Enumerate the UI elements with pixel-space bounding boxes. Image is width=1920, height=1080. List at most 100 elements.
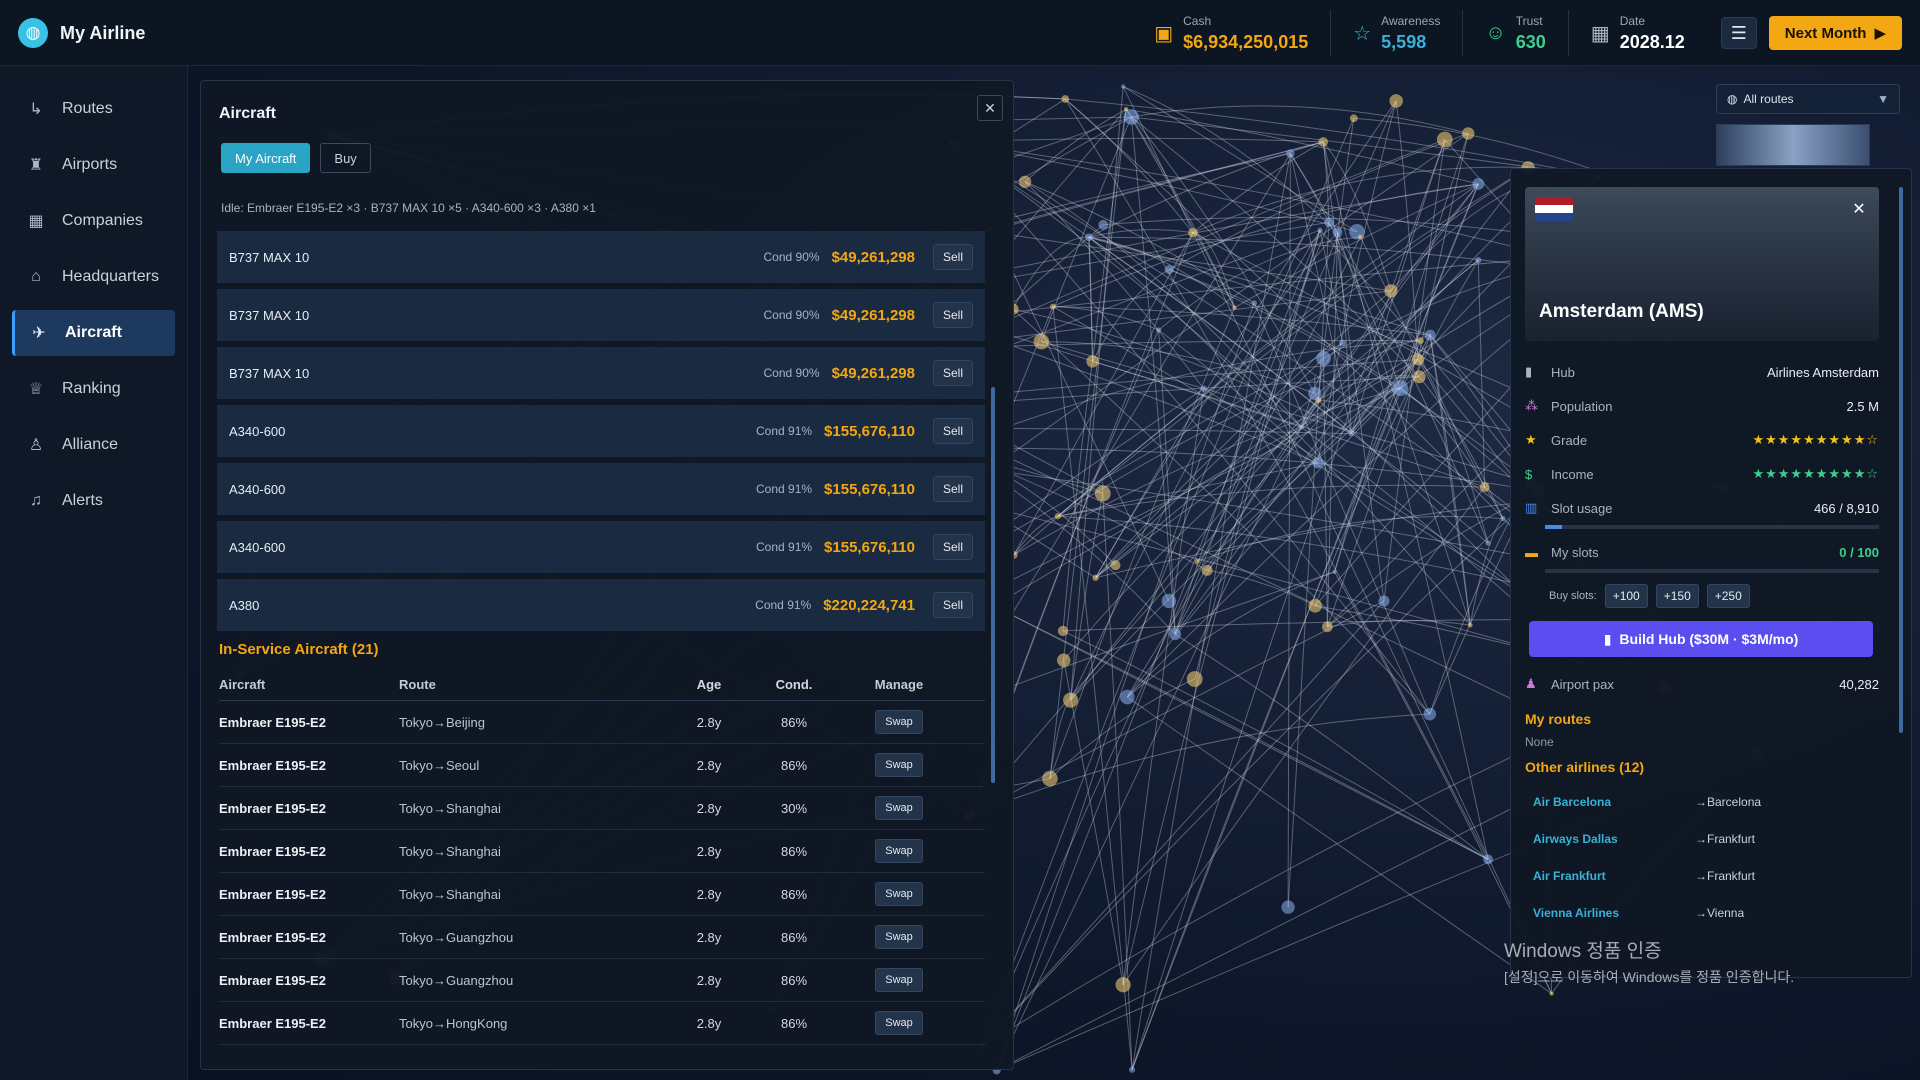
menu-button[interactable]: ☰ [1720,17,1757,49]
sidebar-item-routes[interactable]: ↳ Routes [12,86,175,132]
aircraft-cell: Embraer E195-E2 [219,757,326,773]
swap-button[interactable]: Swap [875,882,923,906]
airline-name-link[interactable]: Airways Dallas [1525,832,1695,846]
swap-button[interactable]: Swap [875,796,923,820]
close-icon[interactable]: ✕ [1847,197,1871,221]
table-row: Embraer E195-E2 Tokyo→HongKong 2.8y 86% Swap [219,1002,985,1045]
scrollbar[interactable] [991,387,995,783]
age-cell: 2.8y [696,714,722,730]
manage-cell: Swap [849,710,949,734]
sidebar-item-aircraft[interactable]: ✈ Aircraft [12,310,175,356]
income-row: $ Income ★★★★★★★★★☆ [1525,457,1879,491]
slot-usage-fill [1545,525,1563,529]
user-icon: ♙ [28,437,44,454]
sidebar-item-label: Headquarters [62,268,159,285]
sell-button[interactable]: Sell [932,302,973,328]
aircraft-price: $155,676,110 [824,480,915,498]
aircraft-name: A340-600 [229,481,286,497]
buy-slots-100-button[interactable]: +100 [1604,584,1648,608]
condition-cell: 30% [780,800,808,816]
sell-button[interactable]: Sell [932,534,973,560]
sell-button[interactable]: Sell [932,418,973,444]
my-slots-value: 0 / 100 [1839,544,1879,560]
buy-slots-250-button[interactable]: +250 [1706,584,1750,608]
airline-destination: →Barcelona [1695,794,1762,809]
building-icon: ▮ [1603,630,1612,647]
cash-stat: ▣ Cash $6,934,250,015 [1132,10,1332,56]
awareness-value: 5,598 [1381,31,1427,52]
sidebar-item-alliance[interactable]: ♙ Alliance [12,422,175,468]
scrollbar[interactable] [1899,187,1903,733]
other-airlines-title: Other airlines (12) [1525,759,1645,775]
airport-photo: ✕ Amsterdam (AMS) [1525,187,1879,341]
smile-icon: ☺ [1485,21,1506,44]
hub-label: Hub [1551,364,1575,380]
airline-name-link[interactable]: Air Frankfurt [1525,869,1695,883]
slot-usage-label: Slot usage [1551,500,1613,516]
person-icon: ♟ [1525,676,1537,691]
next-month-button[interactable]: Next Month ▶ [1768,16,1902,50]
tab-my-aircraft[interactable]: My Aircraft [221,143,311,173]
build-hub-button[interactable]: ▮ Build Hub ($30M · $3M/mo) [1529,621,1873,657]
app-title: My Airline [60,22,146,43]
sidebar-item-label: Companies [62,212,143,229]
aircraft-cell: Embraer E195-E2 [219,800,326,816]
aircraft-price: $49,261,298 [831,306,915,324]
grade-row: ★ Grade ★★★★★★★★★☆ [1525,423,1879,457]
swap-button[interactable]: Swap [875,753,923,777]
next-month-label: Next Month [1784,24,1867,42]
tab-buy[interactable]: Buy [320,143,371,173]
windows-activation-watermark: Windows 정품 인증 [설정]으로 이동하여 Windows를 정품 인증… [1504,936,1794,987]
people-icon: ⁂ [1525,398,1538,413]
swap-button[interactable]: Swap [875,1011,923,1035]
my-routes-title: My routes [1525,711,1592,727]
swap-button[interactable]: Swap [875,839,923,863]
sidebar-item-headquarters[interactable]: ⌂ Headquarters [12,254,175,300]
build-hub-label: Build Hub ($30M · $3M/mo) [1619,631,1799,647]
panel-title: Aircraft [219,105,276,122]
swap-button[interactable]: Swap [875,925,923,949]
route-cell: Tokyo→Shanghai [399,886,501,902]
buy-slots-150-button[interactable]: +150 [1655,584,1699,608]
airline-destination: →Frankfurt [1695,831,1756,846]
grade-label: Grade [1551,432,1588,448]
airline-name-link[interactable]: Air Barcelona [1525,795,1695,809]
route-cell: Tokyo→Seoul [399,757,480,773]
route-filter-select[interactable]: ◍ All routes ▼ [1716,84,1900,114]
other-airlines-list: Air Barcelona →Barcelona Airways Dallas →Fr… [1525,783,1879,931]
idle-aircraft-list: B737 MAX 10 Cond 90% $49,261,298 Sell B737 M… [217,231,985,637]
hub-value: Airlines Amsterdam [1767,364,1879,380]
age-cell: 2.8y [696,843,722,859]
trust-value: 630 [1515,31,1546,52]
sell-button[interactable]: Sell [932,244,973,270]
population-value: 2.5 M [1846,398,1879,414]
sell-button[interactable]: Sell [932,592,973,618]
aircraft-cell: Embraer E195-E2 [219,1015,326,1031]
aircraft-condition: Cond 91% [756,424,813,438]
col-aircraft: Aircraft [219,677,266,692]
sidebar-item-label: Alerts [62,492,103,509]
sell-button[interactable]: Sell [932,476,973,502]
sell-button[interactable]: Sell [932,360,973,386]
aircraft-price: $155,676,110 [824,422,915,440]
watermark-line1: Windows 정품 인증 [1504,941,1662,962]
swap-button[interactable]: Swap [875,710,923,734]
condition-cell: 86% [780,843,808,859]
idle-aircraft-row: A380 Cond 91% $220,224,741 Sell [217,579,985,631]
sidebar-item-companies[interactable]: ▦ Companies [12,198,175,244]
list-item: Vienna Airlines →Vienna [1525,894,1879,931]
minimap[interactable] [1716,124,1870,166]
airline-name-link[interactable]: Vienna Airlines [1525,906,1695,920]
bell-icon: ♫ [30,492,42,509]
aircraft-name: A380 [229,597,260,613]
table-row: Embraer E195-E2 Tokyo→Shanghai 2.8y 86% Swap [219,873,985,916]
sidebar-item-ranking[interactable]: ♕ Ranking [12,366,175,412]
condition-cell: 86% [780,886,808,902]
manage-cell: Swap [849,1011,949,1035]
close-button[interactable]: ✕ [977,95,1003,121]
swap-button[interactable]: Swap [875,968,923,992]
sidebar-item-airports[interactable]: ♜ Airports [12,142,175,188]
aircraft-condition: Cond 90% [763,250,820,264]
sidebar-item-alerts[interactable]: ♫ Alerts [12,478,175,524]
chevron-down-icon: ▼ [1877,92,1889,106]
